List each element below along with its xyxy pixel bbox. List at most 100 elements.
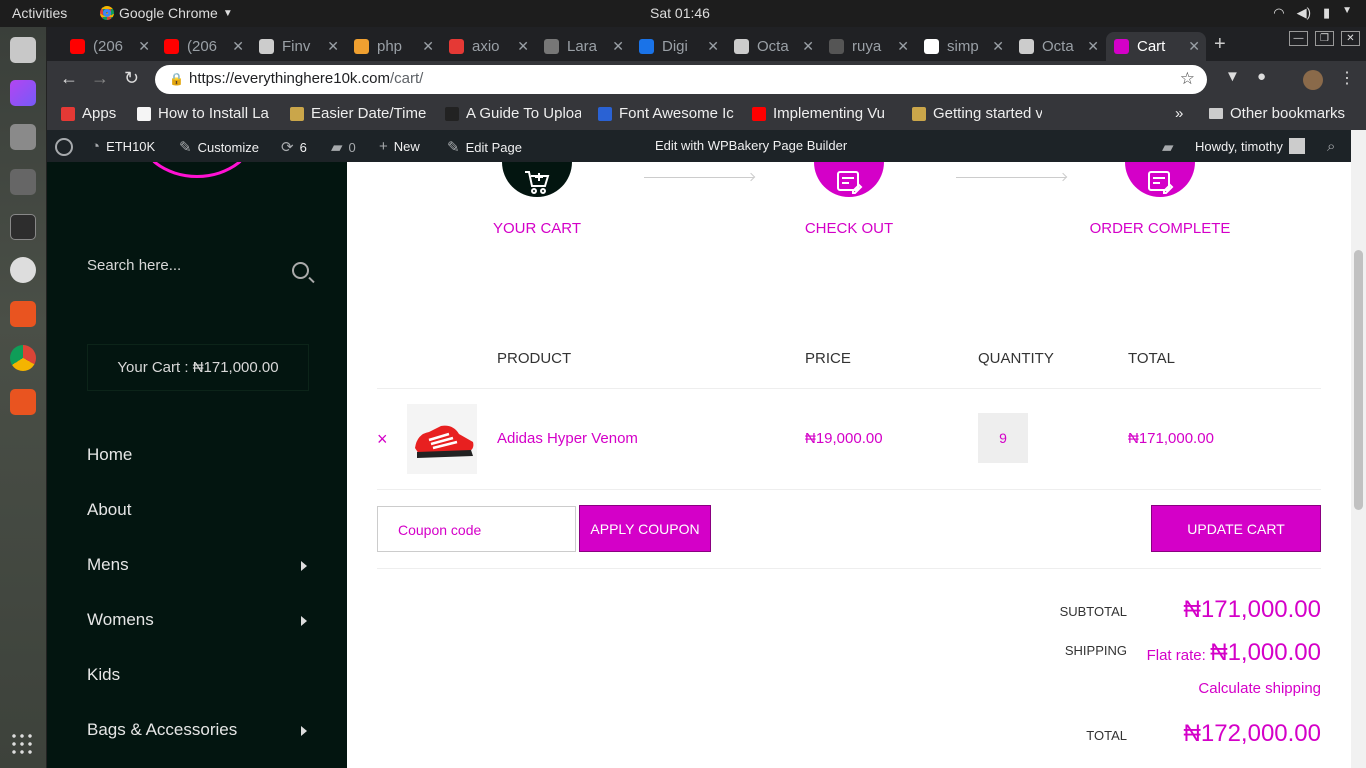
new-tab-button[interactable]: + <box>1214 33 1226 56</box>
address-bar[interactable]: 🔒 https://everythinghere10k.com/cart/ ☆ <box>155 65 1207 94</box>
tab-1[interactable]: (206 ✕ <box>62 32 156 61</box>
menu-item[interactable]: Womens <box>87 610 307 630</box>
menu-item[interactable]: Bags & Accessories <box>87 720 307 740</box>
bookmarks-overflow-button[interactable]: » <box>1175 105 1183 122</box>
admin-search[interactable]: ⌕ <box>1327 138 1335 155</box>
quantity-input[interactable]: 9 <box>978 413 1028 463</box>
update-cart-button[interactable]: UPDATE CART <box>1151 505 1321 552</box>
phpstorm-icon[interactable] <box>10 80 36 106</box>
search-icon: ⌕ <box>1327 138 1336 155</box>
product-thumbnail[interactable] <box>407 404 477 474</box>
close-icon[interactable]: ✕ <box>327 38 339 55</box>
bookmark-star-icon[interactable]: ☆ <box>1180 69 1195 89</box>
menu-item[interactable]: About <box>87 500 307 520</box>
close-icon[interactable]: ✕ <box>612 38 624 55</box>
caret-right-icon[interactable] <box>301 726 307 736</box>
checkout-step[interactable]: ORDER COMPLETE <box>1070 162 1250 237</box>
admin-wpbakery-link[interactable]: Edit with WPBakery Page Builder <box>655 138 847 153</box>
extension-icon[interactable]: ● <box>1257 68 1266 85</box>
bookmark-item[interactable]: Implementing Vu <box>752 105 892 122</box>
admin-customize-link[interactable]: ✎ Customize <box>179 138 259 156</box>
menu-item[interactable]: Home <box>87 445 307 465</box>
close-icon[interactable]: ✕ <box>138 38 150 55</box>
terminal-icon[interactable] <box>10 214 36 240</box>
close-icon[interactable]: ✕ <box>422 38 434 55</box>
activities-button[interactable]: Activities <box>12 5 67 21</box>
menu-item[interactable]: Kids <box>87 665 307 685</box>
tab-6[interactable]: Lara ✕ <box>536 32 630 61</box>
updater-icon[interactable] <box>10 257 36 283</box>
admin-notification[interactable]: ▰ <box>1162 138 1174 156</box>
close-icon[interactable]: ✕ <box>802 38 814 55</box>
product-name-link[interactable]: Adidas Hyper Venom <box>497 430 638 447</box>
remove-item-button[interactable]: × <box>377 429 388 450</box>
menu-item[interactable]: Mens <box>87 555 307 575</box>
files-app-icon[interactable] <box>10 37 36 63</box>
bookmark-item[interactable]: Getting started v <box>912 105 1042 122</box>
bookmark-item[interactable]: Apps <box>61 105 131 122</box>
tab-9[interactable]: ruya ✕ <box>821 32 915 61</box>
installer-icon[interactable] <box>10 124 36 150</box>
bookmark-item[interactable]: A Guide To Uploa <box>445 105 581 122</box>
app-menu[interactable]: Google Chrome ▼ <box>100 5 233 21</box>
close-icon[interactable]: ✕ <box>707 38 719 55</box>
calculate-shipping-link[interactable]: Calculate shipping <box>1121 680 1321 697</box>
admin-updates-link[interactable]: ⟳ 6 <box>281 138 307 156</box>
other-bookmarks-folder[interactable]: Other bookmarks <box>1209 105 1345 122</box>
admin-new-link[interactable]: + New <box>379 138 420 155</box>
apply-coupon-button[interactable]: APPLY COUPON <box>579 505 711 552</box>
search-input[interactable]: Search here... <box>87 257 181 274</box>
close-window-button[interactable]: ✕ <box>1341 31 1360 46</box>
close-icon[interactable]: ✕ <box>232 38 244 55</box>
admin-edit-page-link[interactable]: ✎ Edit Page <box>447 138 522 156</box>
document-icon <box>1019 39 1034 54</box>
tab-7[interactable]: Digi ✕ <box>631 32 725 61</box>
tab-11[interactable]: Octa ✕ <box>1011 32 1105 61</box>
checkout-step[interactable]: CHECK OUT <box>759 162 939 237</box>
close-icon[interactable]: ✕ <box>517 38 529 55</box>
admin-comments-link[interactable]: ▰ 0 <box>331 138 356 156</box>
tab-5[interactable]: axio ✕ <box>441 32 535 61</box>
video-editor-icon[interactable] <box>10 169 36 195</box>
system-tray[interactable]: ◠ ◀) ▮ ▼ <box>1273 5 1352 21</box>
bookmark-item[interactable]: Easier Date/Time <box>290 105 430 122</box>
search-icon[interactable] <box>292 262 309 279</box>
back-icon[interactable]: ← <box>60 68 78 89</box>
bookmark-item[interactable]: How to Install La <box>137 105 275 122</box>
forward-icon[interactable]: → <box>91 68 109 89</box>
bookmark-item[interactable]: Font Awesome Ic <box>598 105 736 122</box>
site-logo[interactable] <box>137 162 257 178</box>
admin-site-link[interactable]: ◔ ETH10K <box>91 138 155 155</box>
chrome-dock-icon[interactable] <box>10 345 36 371</box>
page-scrollbar[interactable] <box>1351 130 1366 768</box>
checkout-step[interactable]: YOUR CART <box>447 162 627 237</box>
sidebar-search[interactable]: Search here... <box>87 257 309 293</box>
sidebar-cart-summary[interactable]: Your Cart : ₦171,000.00 <box>87 344 309 391</box>
clock[interactable]: Sat 01:46 <box>650 5 710 21</box>
software-center-icon[interactable] <box>10 301 36 327</box>
tab-10[interactable]: simp ✕ <box>916 32 1010 61</box>
minimize-button[interactable]: — <box>1289 31 1308 46</box>
tab-12[interactable]: Cart ✕ <box>1106 32 1206 61</box>
tab-4[interactable]: php ✕ <box>346 32 440 61</box>
caret-right-icon[interactable] <box>301 616 307 626</box>
show-apps-icon[interactable] <box>10 732 36 758</box>
tab-2[interactable]: (206 ✕ <box>156 32 250 61</box>
close-icon[interactable]: ✕ <box>897 38 909 55</box>
caret-right-icon[interactable] <box>301 561 307 571</box>
coupon-code-input[interactable]: Coupon code <box>377 506 576 552</box>
folder-icon[interactable] <box>10 389 36 415</box>
tab-3[interactable]: Finv ✕ <box>251 32 345 61</box>
extension-vue-icon[interactable]: ▼ <box>1225 68 1240 85</box>
chrome-menu-icon[interactable]: ⋮ <box>1339 68 1355 88</box>
maximize-button[interactable]: ❐ <box>1315 31 1334 46</box>
close-icon[interactable]: ✕ <box>1188 38 1200 55</box>
profile-avatar[interactable] <box>1303 70 1323 90</box>
close-icon[interactable]: ✕ <box>992 38 1004 55</box>
admin-account[interactable]: Howdy, timothy <box>1195 138 1305 154</box>
close-icon[interactable]: ✕ <box>1087 38 1099 55</box>
scrollbar-thumb[interactable] <box>1354 250 1363 510</box>
tab-8[interactable]: Octa ✕ <box>726 32 820 61</box>
wordpress-logo[interactable] <box>55 138 73 156</box>
reload-icon[interactable]: ↻ <box>124 68 139 89</box>
